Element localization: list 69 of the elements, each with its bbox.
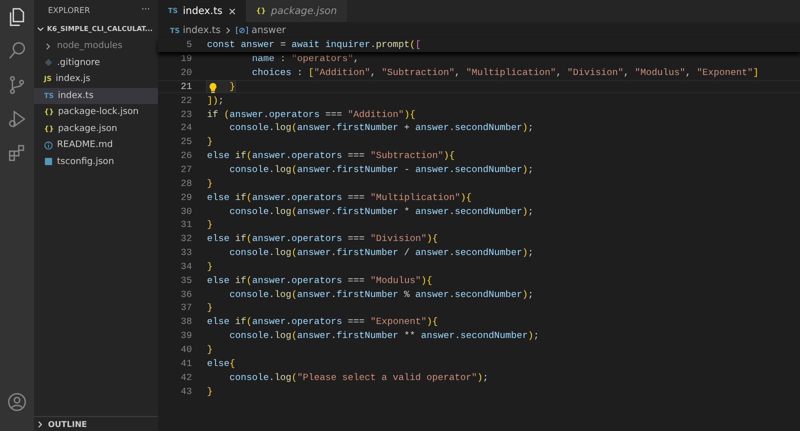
line-number: 36 (180, 288, 192, 300)
line-number: 33 (180, 247, 192, 258)
code-line: choices : ["Addition", "Subtraction", "Multiplication", "Division", "Modulus", "Exponent"] (251, 67, 759, 78)
code-line: } (207, 302, 213, 314)
code-line: if (answer.operators === "Addition"){ (207, 108, 416, 120)
code-line: } (207, 260, 213, 272)
code-line: console.log("Please select a valid operator"); (228, 372, 488, 383)
file-item[interactable]: tsconfig.json (34, 154, 158, 170)
line-number: 19 (180, 53, 192, 64)
code-line: name : "operators", (251, 53, 359, 64)
outline-section[interactable]: OUTLINE (34, 416, 158, 431)
account-icon[interactable] (6, 391, 28, 413)
line-number: 24 (180, 122, 192, 134)
line-number: 22 (180, 94, 192, 106)
more-actions[interactable]: ··· (141, 5, 150, 15)
run-debug-icon[interactable] (6, 108, 28, 130)
code-line: } (207, 136, 213, 148)
code-line: } (207, 178, 213, 189)
code-line: console.log(answer.firstNumber - answer.secondNumber); (228, 164, 534, 176)
config-file-icon (44, 157, 53, 166)
line-number: 28 (180, 178, 192, 189)
file-item[interactable]: README.md (34, 137, 158, 154)
line-number: 25 (180, 136, 192, 148)
code-line: console.log(answer.firstNumber ** answer.secondNumber); (228, 330, 540, 342)
line-number: 38 (180, 316, 192, 328)
line-number: 23 (180, 108, 192, 120)
code-line: else if(answer.operators === "Division"){ (207, 233, 438, 244)
code-line: console.log(answer.firstNumber / answer.secondNumber); (228, 247, 534, 258)
file-item[interactable]: node_modules (34, 38, 158, 54)
line-number: 39 (180, 330, 192, 342)
code-line: const answer = await inquirer.prompt([ (207, 39, 421, 50)
code-line: console.log(answer.firstNumber + answer.secondNumber); (228, 122, 534, 134)
code-line: ]); (207, 94, 224, 106)
line-number: 43 (180, 386, 192, 397)
code-line: console.log(answer.firstNumber % answer.secondNumber); (228, 288, 534, 300)
line-number: 32 (180, 233, 192, 244)
code-line: } (207, 386, 213, 397)
code-line: else if(answer.operators === "Subtraction"){ (207, 150, 455, 162)
code-line: else if(answer.operators === "Modulus"){ (207, 274, 432, 286)
breadcrumb-symbol[interactable]: [⊘] answer (236, 24, 286, 36)
lightbulb-icon[interactable] (208, 82, 218, 94)
code-line: console.log(answer.firstNumber * answer.secondNumber); (228, 206, 534, 217)
line-number: 26 (180, 150, 192, 162)
line-number: 41 (180, 358, 192, 369)
line-number: 5 (185, 39, 192, 50)
line-number: 35 (180, 274, 192, 286)
chevron-icon (44, 42, 53, 51)
code-line: else{ (207, 358, 236, 369)
line-number: 20 (180, 67, 192, 78)
file-item[interactable]: .gitignore (34, 54, 158, 71)
line-number: 40 (180, 344, 192, 355)
diamond-icon (44, 58, 53, 68)
line-number: 29 (180, 192, 192, 203)
code-line: } (207, 219, 213, 230)
code-line: } (207, 344, 213, 355)
line-number: 27 (180, 164, 192, 176)
chevron-icon (224, 26, 233, 34)
code-line: else if(answer.operators === "Multiplication"){ (207, 192, 472, 203)
chevron-icon (36, 420, 45, 428)
line-number: 31 (180, 219, 192, 230)
line-number: 21 (180, 80, 192, 92)
panel-title: EXPLORER (48, 6, 90, 14)
info-icon (44, 140, 53, 150)
close-icon[interactable] (228, 6, 236, 16)
code-line: else if(answer.operators === "Exponent"){ (207, 316, 438, 328)
line-number: 42 (180, 372, 192, 383)
line-number: 34 (180, 260, 192, 272)
line-number: 37 (180, 302, 192, 314)
line-number: 30 (180, 206, 192, 217)
